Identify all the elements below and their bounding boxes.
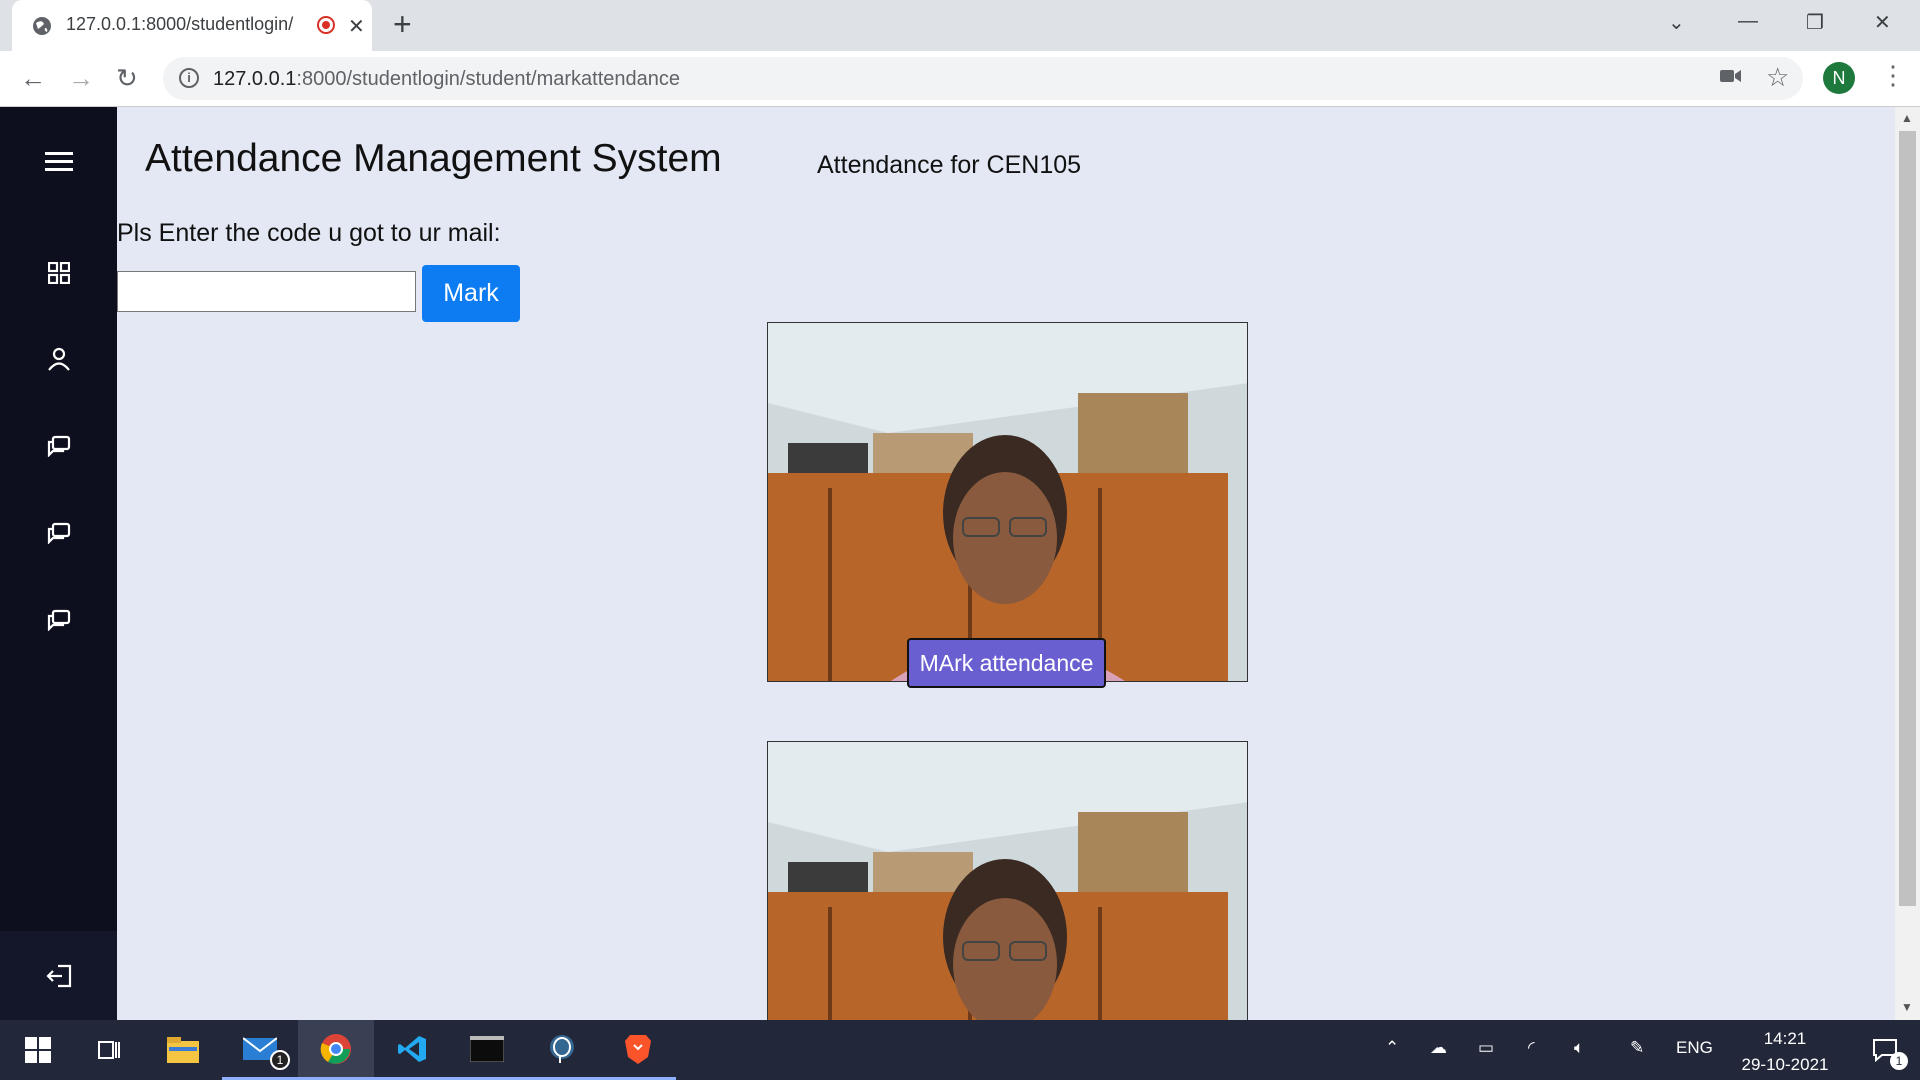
webcam-preview bbox=[767, 322, 1248, 682]
dashboard-grid-icon[interactable] bbox=[0, 243, 117, 303]
terminal-icon[interactable] bbox=[449, 1020, 525, 1080]
mark-attendance-button[interactable]: MArk attendance bbox=[907, 638, 1106, 688]
globe-icon bbox=[32, 16, 52, 36]
clock-time: 14:21 bbox=[1763, 1029, 1807, 1048]
task-view-icon[interactable] bbox=[70, 1020, 146, 1080]
chat-icon[interactable] bbox=[0, 416, 117, 476]
mark-button[interactable]: Mark bbox=[422, 265, 520, 322]
scroll-up-icon[interactable]: ▲ bbox=[1901, 111, 1913, 125]
postgresql-icon[interactable] bbox=[524, 1020, 600, 1080]
recording-icon bbox=[317, 16, 335, 34]
chat-icon[interactable] bbox=[0, 503, 117, 563]
new-tab-button[interactable]: + bbox=[393, 8, 412, 40]
browser-tab[interactable]: 127.0.0.1:8000/studentlogin/ ✕ bbox=[12, 0, 372, 51]
file-explorer-icon[interactable] bbox=[145, 1020, 221, 1080]
pen-icon[interactable]: ✎ bbox=[1630, 1038, 1644, 1058]
forward-button[interactable]: → bbox=[68, 65, 94, 91]
close-window-button[interactable]: ✕ bbox=[1874, 10, 1891, 35]
volume-icon[interactable]: 🔈︎ bbox=[1574, 1038, 1584, 1058]
captured-photo bbox=[767, 741, 1248, 1020]
menu-icon[interactable] bbox=[0, 132, 117, 192]
bookmark-star-icon[interactable]: ☆ bbox=[1766, 62, 1789, 93]
address-bar[interactable]: i 127.0.0.1:8000/studentlogin/student/ma… bbox=[163, 57, 1803, 100]
sidebar bbox=[0, 107, 117, 1020]
user-icon[interactable] bbox=[0, 329, 117, 389]
show-hidden-icons[interactable]: ⌃ bbox=[1385, 1038, 1399, 1058]
url-path: :8000/studentlogin/student/markattendanc… bbox=[296, 68, 681, 90]
restore-button[interactable]: ❐ bbox=[1806, 10, 1824, 35]
url-text[interactable]: 127.0.0.1:8000/studentlogin/student/mark… bbox=[213, 68, 680, 91]
page-title: Attendance Management System bbox=[145, 137, 722, 180]
onedrive-icon[interactable]: ☁ bbox=[1430, 1038, 1447, 1058]
mail-app-icon[interactable]: 1 bbox=[222, 1020, 298, 1080]
browser-toolbar: ← → ↻ i 127.0.0.1:8000/studentlogin/stud… bbox=[0, 51, 1920, 107]
code-input[interactable] bbox=[117, 271, 416, 312]
browser-menu-icon[interactable]: ⋮ bbox=[1880, 60, 1906, 91]
tab-search-icon[interactable]: ⌄ bbox=[1668, 10, 1685, 35]
tab-title: 127.0.0.1:8000/studentlogin/ bbox=[66, 14, 294, 34]
vscode-icon[interactable] bbox=[374, 1020, 450, 1080]
reload-button[interactable]: ↻ bbox=[116, 65, 138, 91]
page-scrollbar[interactable]: ▲ ▼ bbox=[1895, 107, 1920, 1020]
profile-avatar[interactable]: N bbox=[1823, 62, 1855, 94]
scroll-down-icon[interactable]: ▼ bbox=[1901, 1000, 1913, 1014]
page-content: Attendance Management System Attendance … bbox=[117, 107, 1895, 1020]
battery-icon[interactable]: ▭ bbox=[1478, 1038, 1494, 1058]
chat-icon[interactable] bbox=[0, 590, 117, 650]
wifi-icon[interactable]: ◜ bbox=[1528, 1038, 1535, 1058]
back-button[interactable]: ← bbox=[20, 65, 46, 91]
minimize-button[interactable]: — bbox=[1738, 10, 1758, 33]
tab-close-icon[interactable]: ✕ bbox=[348, 14, 365, 39]
notification-badge: 1 bbox=[1890, 1052, 1908, 1070]
brave-browser-icon[interactable] bbox=[600, 1020, 676, 1080]
notification-center-icon[interactable]: 1 bbox=[1850, 1020, 1920, 1080]
system-clock[interactable]: 14:21 29-10-2021 bbox=[1735, 1026, 1835, 1078]
url-host: 127.0.0.1 bbox=[213, 68, 297, 90]
browser-tab-strip: 127.0.0.1:8000/studentlogin/ ✕ + ⌄ — ❐ ✕ bbox=[0, 0, 1920, 51]
logout-icon[interactable] bbox=[0, 931, 117, 1020]
windows-start-icon[interactable] bbox=[0, 1020, 76, 1080]
code-prompt: Pls Enter the code u got to ur mail: bbox=[117, 219, 501, 247]
windows-taskbar: 1 ⌃ ☁ ▭ ◜ 🔈︎ ✎ ENG 14:21 29-10-2021 1 bbox=[0, 1020, 1920, 1080]
scroll-thumb[interactable] bbox=[1899, 131, 1916, 906]
language-indicator[interactable]: ENG bbox=[1676, 1038, 1713, 1058]
chrome-taskbar-icon[interactable] bbox=[298, 1020, 374, 1080]
info-icon[interactable]: i bbox=[179, 68, 199, 88]
camera-icon[interactable] bbox=[1720, 68, 1742, 84]
mail-badge: 1 bbox=[270, 1050, 290, 1070]
clock-date: 29-10-2021 bbox=[1741, 1055, 1829, 1074]
course-heading: Attendance for CEN105 bbox=[817, 151, 1082, 179]
